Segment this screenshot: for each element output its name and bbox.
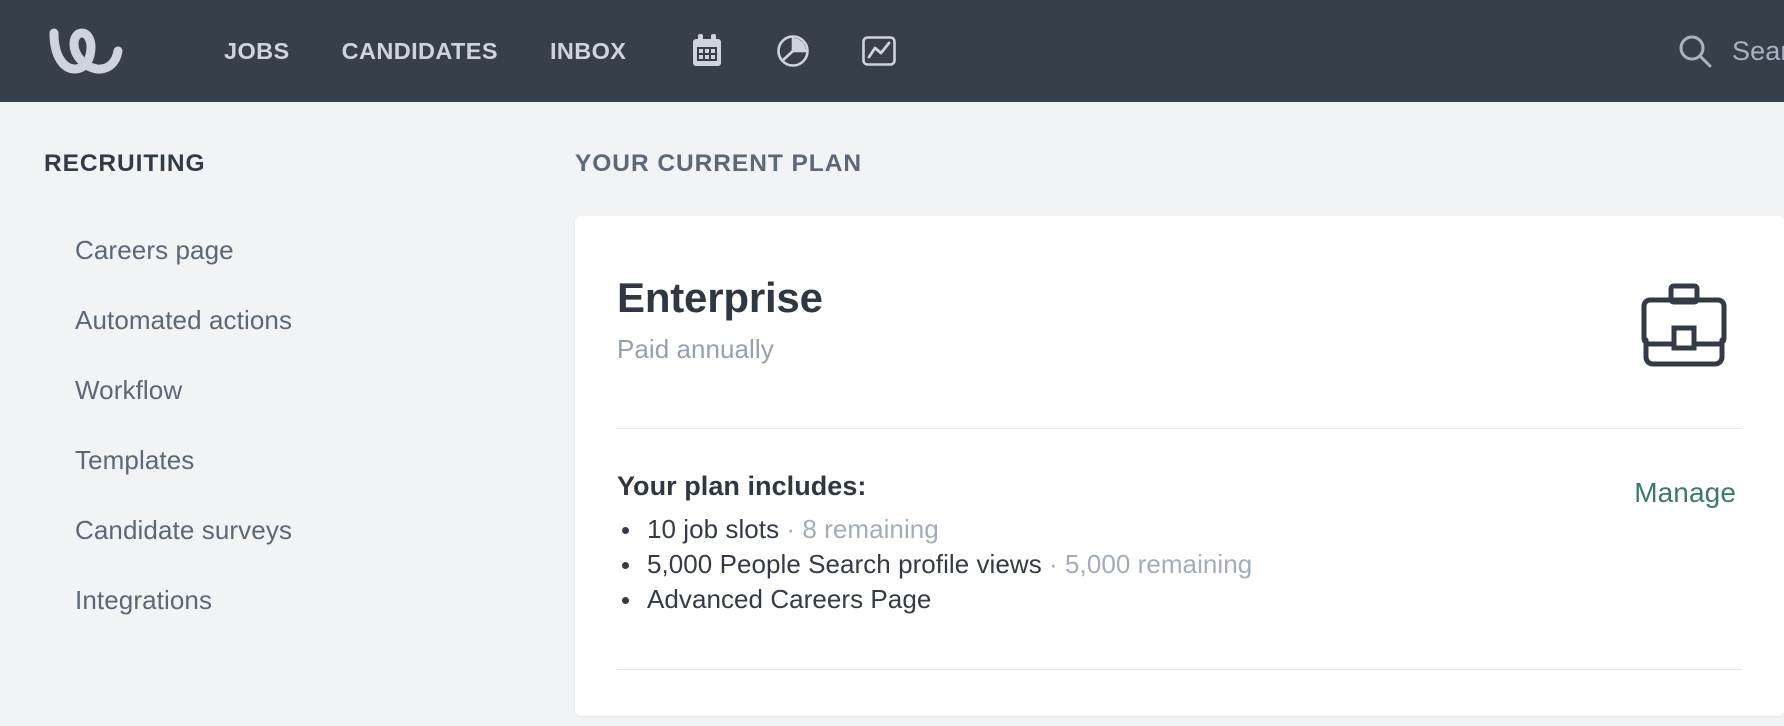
list-item: Advanced Careers Page <box>617 582 1252 617</box>
manage-plan-link[interactable]: Manage <box>1634 477 1736 509</box>
feature-remaining: 8 remaining <box>802 514 939 544</box>
pie-chart-icon[interactable] <box>776 34 810 68</box>
sidebar-item-label: Automated actions <box>75 304 293 335</box>
plan-includes-title: Your plan includes: <box>617 471 867 501</box>
search-area: Search <box>1676 0 1784 102</box>
sidebar-item-workflow[interactable]: Workflow <box>0 355 575 425</box>
sidebar-list: Careers page Automated actions Workflow … <box>0 215 575 635</box>
plan-includes-list: 10 job slots · 8 remaining 5,000 People … <box>617 512 1252 617</box>
nav-link-candidates[interactable]: CANDIDATES <box>316 0 524 102</box>
sidebar-item-automated-actions[interactable]: Automated actions <box>0 285 575 355</box>
list-item: 10 job slots · 8 remaining <box>617 512 1252 547</box>
page-body: RECRUITING Careers page Automated action… <box>0 102 1784 726</box>
primary-nav-links: JOBS CANDIDATES INBOX <box>198 0 652 102</box>
list-item: 5,000 People Search profile views · 5,00… <box>617 547 1252 582</box>
main-content: YOUR CURRENT PLAN Enterprise Paid annual… <box>575 102 1784 726</box>
sidebar-item-label: Workflow <box>75 374 183 405</box>
calendar-icon[interactable] <box>690 34 724 68</box>
feature-separator: · <box>1041 549 1066 579</box>
search-icon[interactable] <box>1676 32 1714 70</box>
nav-link-inbox[interactable]: INBOX <box>524 0 652 102</box>
top-navigation-bar: JOBS CANDIDATES INBOX Sea <box>0 0 1784 102</box>
sidebar-item-careers-page[interactable]: Careers page <box>0 215 575 285</box>
plan-billing-cycle: Paid annually <box>617 334 774 365</box>
plan-name: Enterprise <box>617 274 823 321</box>
plan-card-header: Enterprise Paid annually <box>617 274 1742 370</box>
sidebar-item-label: Integrations <box>75 584 213 615</box>
feature-text: 5,000 People Search profile views <box>647 549 1042 579</box>
workable-logo[interactable] <box>40 23 136 79</box>
page-title: YOUR CURRENT PLAN <box>575 150 863 177</box>
sidebar-item-integrations[interactable]: Integrations <box>0 565 575 635</box>
current-plan-card: Enterprise Paid annually Your plan inclu… <box>575 216 1784 716</box>
line-chart-icon[interactable] <box>862 34 897 68</box>
sidebar-item-templates[interactable]: Templates <box>0 425 575 495</box>
plan-card-body: Your plan includes: 10 job slots · 8 rem… <box>617 429 1742 617</box>
search-input[interactable]: Search <box>1732 36 1784 67</box>
feature-text: 10 job slots <box>647 514 780 544</box>
settings-sidebar: RECRUITING Careers page Automated action… <box>0 102 575 726</box>
sidebar-item-label: Templates <box>75 444 195 475</box>
plan-identity: Enterprise Paid annually <box>617 274 823 365</box>
feature-separator: · <box>779 514 803 544</box>
briefcase-icon <box>1634 282 1734 370</box>
feature-remaining: 5,000 remaining <box>1065 549 1253 579</box>
sidebar-item-label: Careers page <box>75 234 234 265</box>
sidebar-heading-recruiting: RECRUITING <box>44 150 206 177</box>
sidebar-item-label: Candidate surveys <box>75 514 293 545</box>
card-divider-bottom <box>617 669 1742 670</box>
plan-includes-block: Your plan includes: 10 job slots · 8 rem… <box>617 471 1252 617</box>
nav-icon-group <box>690 34 897 68</box>
sidebar-item-candidate-surveys[interactable]: Candidate surveys <box>0 495 575 565</box>
nav-link-jobs[interactable]: JOBS <box>198 0 316 102</box>
feature-text: Advanced Careers Page <box>647 584 932 614</box>
